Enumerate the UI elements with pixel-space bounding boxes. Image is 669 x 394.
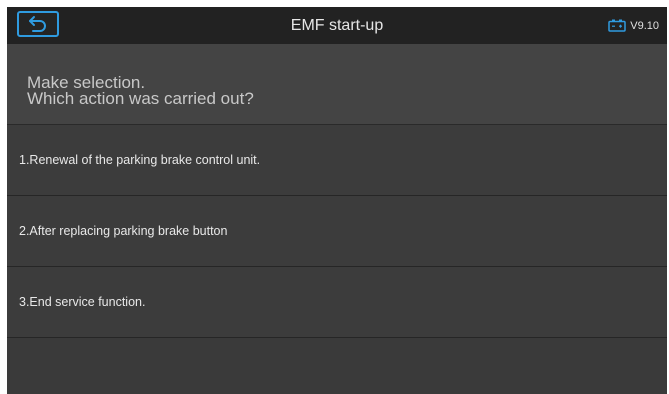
option-list: 1.Renewal of the parking brake control u…	[7, 125, 667, 338]
page-title: EMF start-up	[290, 17, 384, 34]
prompt-line-2: Which action was carried out?	[27, 89, 254, 108]
option-end-service-function[interactable]: 3.End service function.	[7, 267, 667, 338]
option-label: 3.End service function.	[19, 295, 146, 309]
selection-prompt: Make selection. Which action was carried…	[7, 44, 667, 125]
top-bar: EMF start-up V9.10	[7, 7, 667, 44]
option-label: 1.Renewal of the parking brake control u…	[19, 153, 261, 167]
footer-area	[7, 340, 667, 394]
battery-icon	[608, 19, 626, 32]
app-screen: EMF start-up V9.10 Make selection. Which…	[7, 7, 667, 394]
option-replace-brake-button[interactable]: 2.After replacing parking brake button	[7, 196, 667, 267]
option-renewal-control-unit[interactable]: 1.Renewal of the parking brake control u…	[7, 125, 667, 196]
version-label: V9.10	[630, 19, 659, 32]
status-area: V9.10	[608, 7, 659, 44]
back-button[interactable]	[17, 11, 59, 37]
option-label: 2.After replacing parking brake button	[19, 224, 228, 238]
back-arrow-icon	[29, 16, 46, 32]
